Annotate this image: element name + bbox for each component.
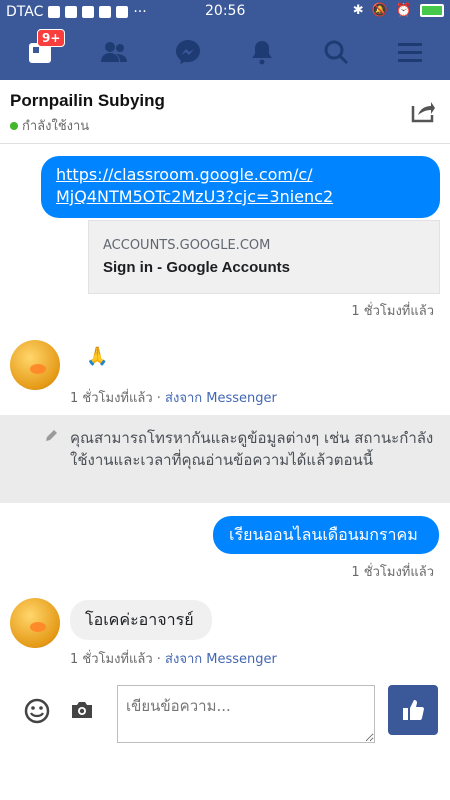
mute-icon: 🔕 (371, 3, 388, 18)
contact-status-label: กำลังใช้งาน (22, 119, 90, 134)
bell-icon (252, 41, 272, 65)
message-link[interactable]: https://classroom.google.com/c/ MjQ4NTM5… (56, 165, 333, 206)
messenger-tab[interactable] (173, 37, 203, 67)
incoming-text-bubble: โอเคค่ะอาจารย์ (70, 600, 212, 640)
like-send-button[interactable] (388, 685, 438, 735)
camera-icon[interactable] (70, 700, 94, 720)
more-notifications-icon: ··· (133, 4, 147, 20)
top-navigation: 9+ (0, 24, 450, 80)
notifications-tab[interactable] (247, 37, 277, 67)
friends-tab[interactable] (99, 37, 129, 67)
contact-avatar[interactable] (10, 340, 60, 390)
meta-separator: · (152, 652, 166, 667)
sent-from-messenger-link[interactable]: ส่งจาก Messenger (165, 652, 277, 667)
notification-icon (48, 6, 61, 18)
search-tab[interactable] (321, 37, 351, 67)
thumbs-up-icon (403, 700, 424, 720)
outgoing-message-text: เรียนออนไลนเดือนมกราคม (229, 525, 418, 544)
message-timestamp: 1 ชั่วโมงที่แล้ว (70, 652, 153, 667)
link-preview-domain: ACCOUNTS.GOOGLE.COM (103, 238, 271, 253)
incoming-emoji-message: 🙏 (86, 346, 109, 367)
notice-text: คุณสามารถโทรหากันและดูข้อมูลต่างๆ เช่น ส… (70, 429, 434, 469)
message-meta: 1 ชั่วโมงที่แล้ว · ส่งจาก Messenger (70, 387, 277, 408)
status-bar: DTAC ··· 20:56 ✱ 🔕 ⏰ (0, 0, 450, 24)
outgoing-text-bubble: เรียนออนไลนเดือนมกราคม (213, 516, 439, 554)
incoming-message-text: โอเคค่ะอาจารย์ (85, 610, 194, 629)
carrier-name: DTAC (6, 4, 44, 20)
download-icon (82, 6, 95, 18)
bluetooth-icon: ✱ (352, 3, 364, 18)
message-input[interactable] (117, 685, 375, 743)
info-notice: คุณสามารถโทรหากันและดูข้อมูลต่างๆ เช่น ส… (0, 415, 450, 503)
contact-name[interactable]: Pornpailin Subying (10, 91, 165, 111)
message-meta: 1 ชั่วโมงที่แล้ว · ส่งจาก Messenger (70, 648, 277, 669)
link-preview-card[interactable]: ACCOUNTS.GOOGLE.COM Sign in - Google Acc… (88, 220, 440, 294)
battery-icon (420, 4, 444, 17)
outgoing-link-bubble: https://classroom.google.com/c/ MjQ4NTM5… (41, 156, 440, 218)
message-composer (0, 680, 450, 752)
pencil-icon (46, 430, 57, 441)
clock: 20:56 (205, 3, 246, 19)
chrome-icon (99, 6, 112, 18)
emoji-icon[interactable] (24, 698, 50, 724)
link-url-line1: https://classroom.google.com/c/ (56, 165, 313, 184)
sent-from-messenger-link[interactable]: ส่งจาก Messenger (165, 391, 277, 406)
menu-tab[interactable] (395, 37, 425, 67)
contact-status: กำลังใช้งาน (10, 115, 89, 136)
hamburger-menu-icon (398, 43, 422, 62)
notification-badge: 9+ (37, 29, 66, 47)
contact-avatar[interactable] (10, 598, 60, 648)
news-feed-tab[interactable]: 9+ (25, 29, 66, 67)
share-icon[interactable] (410, 98, 436, 124)
link-preview-title: Sign in - Google Accounts (103, 259, 290, 276)
messenger-icon (176, 40, 200, 64)
chat-header: Pornpailin Subying กำลังใช้งาน (0, 80, 450, 144)
message-timestamp: 1 ชั่วโมงที่แล้ว (70, 391, 153, 406)
youtube-icon (116, 6, 129, 18)
message-timestamp: 1 ชั่วโมงที่แล้ว (351, 304, 434, 319)
message-timestamp: 1 ชั่วโมงที่แล้ว (351, 565, 434, 580)
link-url-line2: MjQ4NTM5OTc2MzU3?cjc=3nienc2 (56, 187, 334, 206)
friends-icon (101, 42, 127, 62)
search-icon (324, 40, 349, 65)
messenger-notification-icon (65, 6, 78, 18)
alarm-icon: ⏰ (395, 3, 412, 18)
online-indicator-icon (10, 121, 18, 130)
meta-separator: · (152, 391, 166, 406)
